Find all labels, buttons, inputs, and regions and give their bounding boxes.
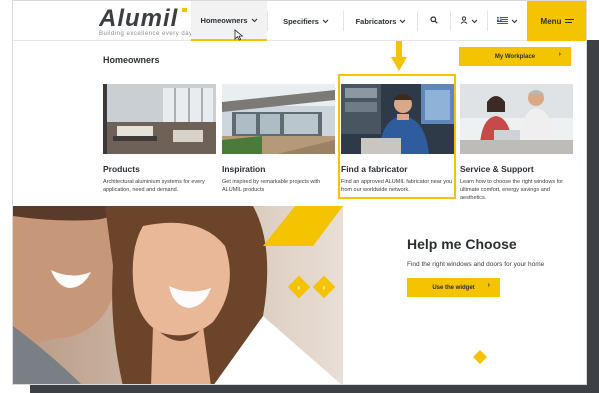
nav-divider [343,11,344,31]
search-button[interactable] [418,1,450,41]
couple-photo [13,206,343,384]
logo-tagline: Building excellence every day [99,31,193,37]
chevron-down-icon [322,17,329,26]
logo-wordmark-graphic: Alumil [98,5,187,32]
chevron-right-icon: › [487,282,490,289]
chevron-down-icon [399,17,406,26]
menu-card-products[interactable]: Products Architectural aluminium systems… [103,84,216,194]
chevron-right-icon: › [322,282,326,292]
chevron-down-icon [511,17,518,26]
my-workplace-label: My Workplace [494,53,536,60]
fabricator-image [341,84,454,154]
user-menu-button[interactable] [451,1,487,41]
card-description: Get inspired by remarkable projects with… [222,179,321,193]
logo-wordmark: Alumil [98,5,203,32]
language-selector[interactable] [488,1,526,41]
nav-specifiers[interactable]: Specifiers [269,1,343,41]
products-image [103,84,216,154]
chevron-left-icon: ‹ [297,282,301,292]
nav-specifiers-label: Specifiers [283,16,319,26]
flag-icon [496,16,508,26]
hamburger-icon [565,18,575,25]
chevron-right-icon: › [558,51,561,58]
mega-menu-title: Homeowners [103,55,160,65]
hero-subtitle: Find the right windows and doors for you… [407,261,545,268]
frame-shadow-bottom [30,384,599,393]
menu-label: Menu [540,16,562,26]
alumil-logo[interactable]: Alumil Building excellence every day [98,5,203,37]
card-title: Service & Support [460,164,534,174]
use-widget-button[interactable]: Use the widget › [407,278,500,297]
user-icon [460,16,468,26]
mouse-cursor-icon [234,29,244,41]
menu-card-service-support[interactable]: Service & Support Learn how to choose th… [460,84,573,202]
card-description: Architectural aluminium systems for ever… [103,179,205,193]
service-support-image [460,84,573,154]
arrow-down-icon [391,41,407,71]
nav-fabricators[interactable]: Fabricators [345,1,417,41]
use-widget-label: Use the widget [432,284,475,291]
web-page: Alumil Building excellence every day Hom… [12,0,587,385]
menu-card-find-fabricator[interactable]: Find a fabricator Find an approved ALUMI… [341,84,454,194]
card-title: Products [103,164,140,174]
top-navigation: Alumil Building excellence every day Hom… [13,1,586,41]
card-description: Learn how to choose the right windows fo… [460,179,564,201]
inspiration-image [222,84,335,154]
card-title: Inspiration [222,164,266,174]
menu-button[interactable]: Menu [527,1,586,41]
screenshot-frame: Alumil Building excellence every day Hom… [0,0,599,393]
search-icon [430,16,438,26]
nav-homeowners-label: Homeowners [200,15,248,25]
nav-divider [267,11,268,31]
card-title: Find a fabricator [341,164,408,174]
nav-fabricators-label: Fabricators [355,16,397,26]
my-workplace-button[interactable]: My Workplace › [459,47,571,66]
hero-title: Help me Choose [407,236,517,252]
decorative-diamond [473,350,487,364]
hero-banner: ‹ › Help me Choose Find the right window… [13,206,586,384]
chevron-down-icon [251,16,258,25]
nav-homeowners[interactable]: Homeowners [191,1,267,41]
homeowners-mega-menu: Homeowners My Workplace › Products Archi… [13,41,586,206]
card-description: Find an approved ALUMIL fabricator near … [341,179,453,193]
frame-shadow-right [585,40,599,393]
menu-card-inspiration[interactable]: Inspiration Get inspired by remarkable p… [222,84,335,194]
svg-text:Alumil: Alumil [99,6,179,28]
chevron-down-icon [471,17,478,26]
